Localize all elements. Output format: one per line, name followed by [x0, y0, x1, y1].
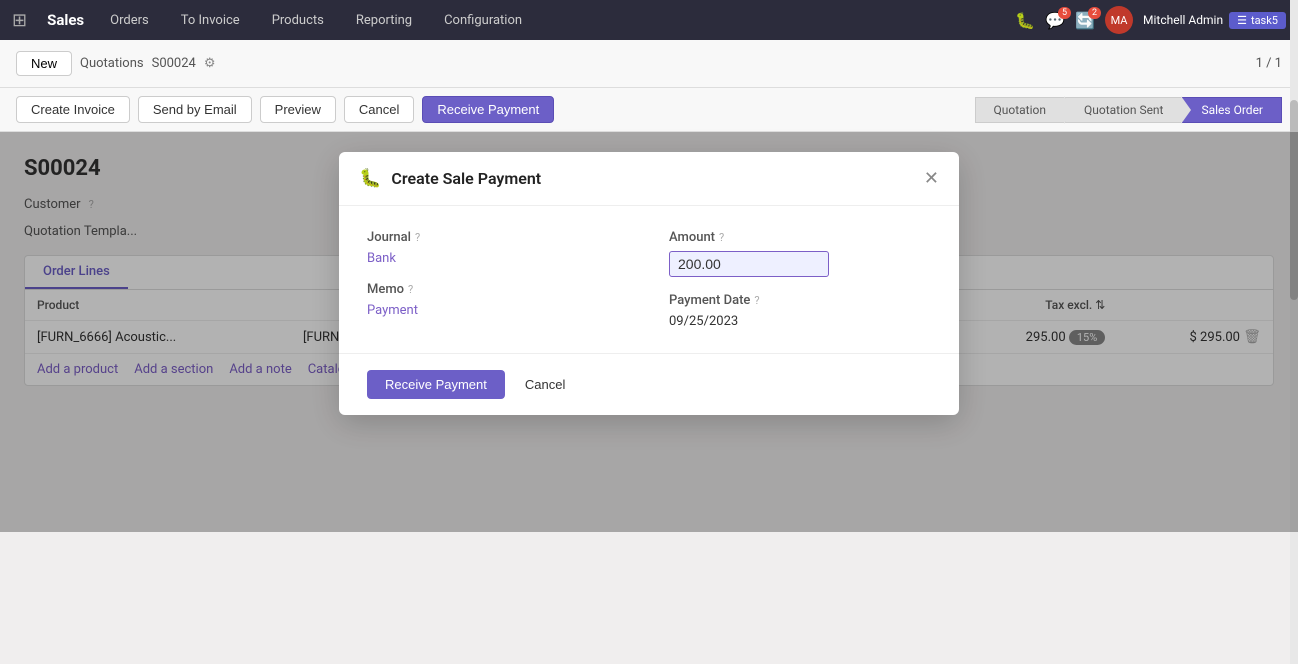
nav-orders[interactable]: Orders — [104, 9, 155, 32]
create-invoice-button[interactable]: Create Invoice — [16, 96, 130, 123]
modal-header: 🐛 Create Sale Payment ✕ — [339, 152, 959, 206]
breadcrumb-record-id: S00024 — [152, 56, 196, 71]
memo-field: Memo ? Payment — [367, 282, 629, 318]
preview-button[interactable]: Preview — [260, 96, 336, 123]
task-badge[interactable]: ☰ task5 — [1229, 12, 1286, 29]
nav-icons: 🐛 💬 5 🔄 2 MA Mitchell Admin ☰ task5 — [1015, 6, 1286, 34]
breadcrumb: New Quotations S00024 ⚙ — [16, 51, 216, 76]
modal-title: Create Sale Payment — [391, 169, 923, 188]
payment-date-field: Payment Date ? 09/25/2023 — [669, 293, 931, 329]
memo-value[interactable]: Payment — [367, 303, 629, 318]
record-navigation: 1 / 1 — [1256, 56, 1282, 71]
refresh-icon[interactable]: 🔄 2 — [1075, 11, 1095, 30]
modal-body: Journal ? Bank Memo ? Payment — [339, 206, 959, 353]
step-sales-order[interactable]: Sales Order — [1182, 97, 1282, 123]
nav-reporting[interactable]: Reporting — [350, 9, 418, 32]
modal-overlay: 🐛 Create Sale Payment ✕ Journal ? Bank — [0, 132, 1298, 532]
modal-left-col: Journal ? Bank Memo ? Payment — [367, 230, 629, 329]
cancel-button[interactable]: Cancel — [344, 96, 414, 123]
settings-icon[interactable]: ⚙ — [204, 56, 216, 71]
modal-grid: Journal ? Bank Memo ? Payment — [367, 230, 931, 329]
journal-label: Journal — [367, 230, 411, 245]
payment-date-value[interactable]: 09/25/2023 — [669, 314, 931, 329]
journal-field: Journal ? Bank — [367, 230, 629, 266]
new-button[interactable]: New — [16, 51, 72, 76]
payment-date-label-row: Payment Date ? — [669, 293, 931, 308]
memo-help-icon: ? — [408, 283, 413, 296]
modal-close-button[interactable]: ✕ — [924, 168, 939, 189]
amount-field: Amount ? — [669, 230, 931, 277]
modal-receive-payment-button[interactable]: Receive Payment — [367, 370, 505, 399]
create-sale-payment-modal: 🐛 Create Sale Payment ✕ Journal ? Bank — [339, 152, 959, 415]
step-quotation-sent[interactable]: Quotation Sent — [1065, 97, 1183, 123]
amount-label-row: Amount ? — [669, 230, 931, 245]
main-content: S00024 Customer ? Quotation Templa... Or… — [0, 132, 1298, 532]
journal-label-row: Journal ? — [367, 230, 629, 245]
status-steps: Quotation Quotation Sent Sales Order — [975, 97, 1283, 123]
send-by-email-button[interactable]: Send by Email — [138, 96, 252, 123]
journal-value[interactable]: Bank — [367, 251, 629, 266]
user-name: Mitchell Admin — [1143, 13, 1223, 27]
avatar[interactable]: MA — [1105, 6, 1133, 34]
apps-icon[interactable]: ⊞ — [12, 10, 27, 31]
top-nav: ⊞ Sales Orders To Invoice Products Repor… — [0, 0, 1298, 40]
nav-brand: Sales — [47, 11, 84, 29]
amount-label: Amount — [669, 230, 715, 245]
journal-help-icon: ? — [415, 231, 420, 244]
breadcrumb-section[interactable]: Quotations — [80, 56, 144, 71]
modal-bug-icon: 🐛 — [359, 168, 381, 189]
step-quotation[interactable]: Quotation — [975, 97, 1065, 123]
nav-configuration[interactable]: Configuration — [438, 9, 528, 32]
user-info: Mitchell Admin ☰ task5 — [1143, 12, 1286, 29]
payment-date-help-icon: ? — [754, 294, 759, 307]
nav-products[interactable]: Products — [266, 9, 330, 32]
action-bar: Create Invoice Send by Email Preview Can… — [0, 88, 1298, 132]
task-label: task5 — [1251, 14, 1278, 27]
modal-cancel-button[interactable]: Cancel — [515, 370, 575, 399]
receive-payment-button[interactable]: Receive Payment — [422, 96, 554, 123]
bug-icon[interactable]: 🐛 — [1015, 11, 1035, 30]
chat-icon[interactable]: 💬 5 — [1045, 11, 1065, 30]
modal-footer: Receive Payment Cancel — [339, 353, 959, 415]
nav-to-invoice[interactable]: To Invoice — [175, 9, 246, 32]
amount-help-icon: ? — [719, 231, 724, 244]
memo-label: Memo — [367, 282, 404, 297]
memo-label-row: Memo ? — [367, 282, 629, 297]
breadcrumb-bar: New Quotations S00024 ⚙ 1 / 1 — [0, 40, 1298, 88]
refresh-badge: 2 — [1088, 7, 1101, 19]
amount-input[interactable] — [669, 251, 829, 277]
modal-right-col: Amount ? Payment Date ? 09/25/2023 — [669, 230, 931, 329]
payment-date-label: Payment Date — [669, 293, 750, 308]
chat-badge: 5 — [1058, 7, 1071, 19]
